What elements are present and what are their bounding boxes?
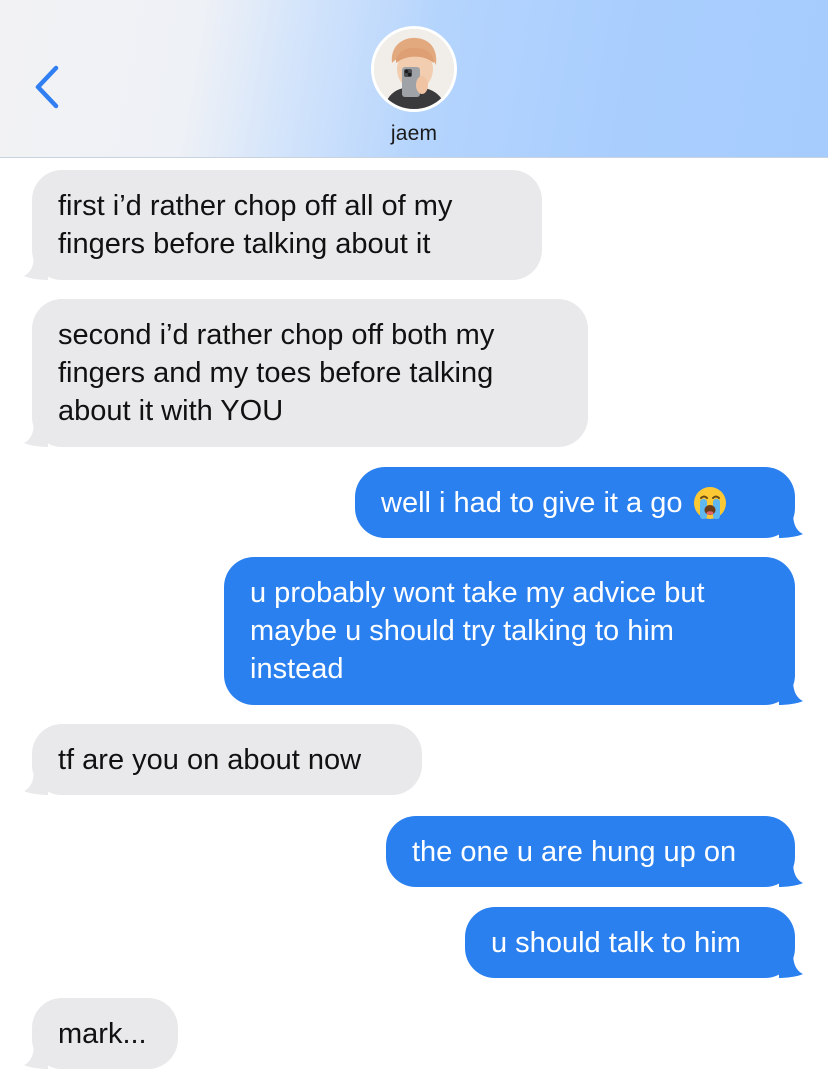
message-line: fingers and my toes before talking xyxy=(58,357,494,389)
incoming-message-bubble[interactable]: mark... xyxy=(24,998,178,1069)
message-list: first i’d rather chop off all of my fing… xyxy=(0,158,828,1081)
bubble-tail xyxy=(24,769,48,795)
bubble-tail xyxy=(779,679,803,705)
message-line: tf are you on about now xyxy=(58,743,362,776)
bubble-tail xyxy=(779,861,803,887)
contact-name[interactable]: jaem xyxy=(0,122,828,146)
outgoing-message-bubble[interactable]: well i had to give it a go xyxy=(355,467,803,538)
message-line: maybe u should try talking to him xyxy=(250,615,674,647)
message-line: well i had to give it a go xyxy=(381,486,683,519)
outgoing-message-bubble[interactable]: the one u are hung up on xyxy=(386,816,803,887)
chevron-left-icon xyxy=(35,65,59,109)
conversation-header: jaem xyxy=(0,0,828,158)
message-line: u probably wont take my advice but xyxy=(250,577,705,609)
bubble-tail xyxy=(24,254,48,280)
message-line: mark... xyxy=(58,1017,147,1050)
back-button[interactable] xyxy=(30,64,64,110)
message-line: about it with YOU xyxy=(58,395,284,427)
incoming-message-bubble[interactable]: first i’d rather chop off all of my fing… xyxy=(24,170,542,280)
avatar-photo xyxy=(374,29,454,109)
bubble-tail xyxy=(779,512,803,538)
bubble-tail xyxy=(779,952,803,978)
loudly-crying-face-icon xyxy=(692,485,728,521)
message-line: u should talk to him xyxy=(491,926,741,959)
bubble-tail xyxy=(24,421,48,447)
message-line: first i’d rather chop off all of my xyxy=(58,190,453,222)
outgoing-message-bubble[interactable]: u should talk to him xyxy=(465,907,803,978)
message-line: instead xyxy=(250,653,344,685)
incoming-message-bubble[interactable]: second i’d rather chop off both my finge… xyxy=(24,299,588,447)
message-line: fingers before talking about it xyxy=(58,228,431,260)
bubble-tail xyxy=(24,1043,48,1069)
outgoing-message-bubble[interactable]: u probably wont take my advice but maybe… xyxy=(224,557,803,705)
message-line: second i’d rather chop off both my xyxy=(58,319,495,351)
message-line: the one u are hung up on xyxy=(412,835,737,868)
avatar[interactable] xyxy=(371,26,457,112)
incoming-message-bubble[interactable]: tf are you on about now xyxy=(24,724,422,795)
